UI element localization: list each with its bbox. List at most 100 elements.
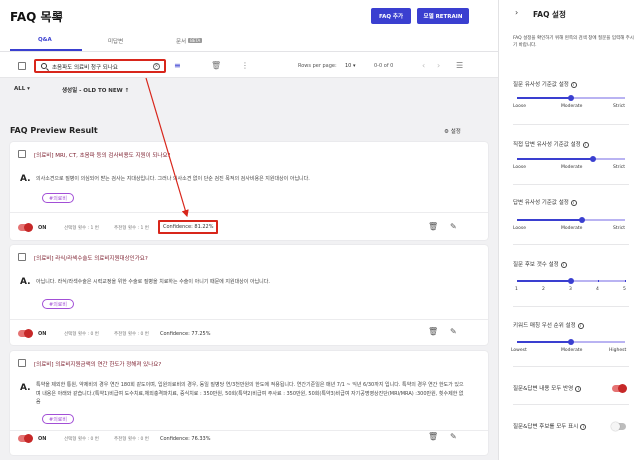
document-icon[interactable]	[56, 11, 62, 19]
collapse-panel-icon[interactable]: ›	[515, 8, 518, 17]
info-icon[interactable]: i	[575, 386, 582, 392]
info-icon[interactable]: i	[570, 200, 577, 206]
delete-faq-icon[interactable]: 🗑	[428, 327, 438, 336]
slider-tick-label: 4	[596, 287, 599, 292]
panel-description: FAQ 설정을 확인하기 위해 왼쪽의 검색 창에 질문을 입력해 주시기 바랍…	[513, 36, 634, 48]
info-icon[interactable]: i	[582, 142, 589, 148]
info-icon[interactable]: i	[580, 424, 587, 430]
tab-unanswered[interactable]: 미답변	[108, 37, 123, 45]
slider-tick-mark	[625, 280, 626, 282]
faq-tag[interactable]: #의료비	[42, 299, 74, 309]
setting-label: 질문 후보 갯수 설정	[513, 262, 559, 268]
setting-label: 키워드 매칭 우선 순위 설정	[513, 323, 576, 329]
answer-similarity-slider[interactable]	[517, 216, 625, 223]
card-checkbox[interactable]	[18, 253, 26, 261]
retrain-model-button[interactable]: 모델 RETRAIN	[417, 8, 469, 24]
faq-active-toggle[interactable]	[18, 434, 33, 443]
sort-bar: ALL ▾ 생성일 - OLD TO NEW ↑	[0, 79, 498, 99]
recommended-count: 추천형 횟수 : 0 번	[114, 332, 149, 337]
panel-divider	[513, 184, 629, 185]
card-checkbox[interactable]	[18, 359, 26, 367]
answer-mark: A.	[20, 383, 31, 393]
selected-count: 선택형 횟수 : 1 번	[64, 226, 99, 231]
slider-thumb[interactable]	[589, 155, 596, 162]
info-icon[interactable]: i	[570, 82, 577, 88]
faq-card: [의료비] MRI, CT, 초음파 등의 검사비용도 지원이 되나요? A. …	[10, 142, 488, 240]
recommended-count: 추천형 횟수 : 0 번	[114, 437, 149, 442]
toggle-label: ON	[38, 436, 47, 442]
rows-per-page-select[interactable]: 10 ▾	[345, 63, 355, 69]
delete-faq-icon[interactable]: 🗑	[428, 432, 438, 441]
delete-faq-icon[interactable]: 🗑	[428, 222, 438, 231]
search-icon	[41, 63, 47, 69]
faq-answer: 아닙니다. 라식/라섹수술은 시력교정을 위한 수술로 질병을 치료하는 수술이…	[36, 279, 270, 285]
slider-fill	[517, 280, 571, 282]
show-all-candidates-label: 질문&답변 후보를 모두 표시 i	[513, 422, 587, 430]
tab-qa[interactable]: Q&A	[38, 37, 52, 43]
search-input[interactable]: 초음파도 의료비 청구 되나요 ×	[34, 59, 166, 73]
confidence-score: Confidence: 76.33%	[160, 436, 211, 442]
confidence-score: Confidence: 81.22%	[158, 220, 219, 234]
faq-answer: 의사소견으로 질병이 의심되어 받는 검사는 지대상입니다. 그러나 의사소견 …	[36, 176, 310, 182]
prev-page-icon[interactable]: ‹	[422, 62, 425, 70]
filter-all-dropdown[interactable]: ALL ▾	[14, 86, 30, 92]
slider-tick-label: 3	[569, 287, 572, 292]
slider-mid-label: Moderate	[561, 165, 583, 170]
card-divider	[10, 212, 488, 213]
edit-faq-icon[interactable]: ✎	[450, 327, 457, 336]
select-all-checkbox[interactable]	[18, 62, 26, 70]
slider-thumb[interactable]	[568, 94, 574, 101]
confidence-score: Confidence: 77.25%	[160, 331, 211, 337]
rows-per-page-label: Rows per page:	[298, 63, 337, 69]
filter-icon[interactable]: ≡	[174, 62, 181, 70]
setting-label: 질문&답변 내용 모두 반영	[513, 386, 574, 392]
faq-question[interactable]: [의료비] 라식/라섹수술도 의료비지원대상인가요?	[34, 254, 148, 262]
edit-faq-icon[interactable]: ✎	[450, 222, 457, 231]
reflect-all-toggle[interactable]	[612, 384, 627, 393]
faq-question[interactable]: [의료비] MRI, CT, 초음파 등의 검사비용도 지원이 되나요?	[34, 151, 170, 159]
card-checkbox[interactable]	[18, 150, 26, 158]
keyword-priority-slider[interactable]	[517, 338, 625, 345]
page-title: FAQ 목록	[10, 10, 63, 24]
next-page-icon[interactable]: ›	[437, 62, 440, 70]
tune-settings-icon[interactable]: ☰	[456, 62, 463, 70]
slider-mid-label: Moderate	[561, 104, 583, 109]
faq-tag[interactable]: #의료비	[42, 414, 74, 424]
beta-badge: BETA	[188, 38, 203, 43]
answer-similarity-label: 답변 유사성 기준값 설정 i	[513, 198, 577, 206]
faq-question[interactable]: [의료비] 의료비지원금액의 연간 한도가 정해져 있나요?	[34, 360, 161, 368]
info-icon[interactable]: i	[577, 323, 584, 329]
more-options-icon[interactable]: ⋮	[241, 62, 249, 70]
sort-order-dropdown[interactable]: 생성일 - OLD TO NEW ↑	[62, 86, 129, 94]
slider-thumb[interactable]	[568, 338, 574, 345]
setting-label: 답변 유사성 기준값 설정	[513, 200, 569, 206]
search-value: 초음파도 의료비 청구 되나요	[52, 65, 118, 71]
slider-max-label: Strict	[613, 226, 625, 231]
candidate-count-slider[interactable]	[517, 277, 626, 284]
slider-thumb[interactable]	[578, 216, 585, 223]
faq-active-toggle[interactable]	[18, 329, 33, 338]
slider-thumb[interactable]	[568, 277, 574, 284]
setting-label: 질문&답변 후보를 모두 표시	[513, 424, 579, 430]
delete-icon[interactable]: 🗑	[211, 62, 221, 70]
direct-answer-similarity-label: 직접 답변 유사성 기준값 설정 i	[513, 140, 589, 148]
main-area: FAQ 목록 FAQ 추가 모델 RETRAIN Q&A 미답변 문서 BETA …	[0, 0, 498, 460]
clear-search-icon[interactable]: ×	[153, 63, 160, 70]
card-divider	[10, 430, 488, 431]
answer-mark: A.	[20, 277, 31, 287]
slider-fill	[517, 97, 571, 99]
direct-answer-similarity-slider[interactable]	[517, 155, 625, 162]
tab-document[interactable]: 문서 BETA	[176, 37, 203, 45]
question-similarity-label: 질문 유사성 기준값 설정 i	[513, 80, 577, 88]
reflect-all-label: 질문&답변 내용 모두 반영 i	[513, 384, 582, 392]
question-similarity-slider[interactable]	[517, 94, 625, 101]
toggle-label: ON	[38, 225, 47, 231]
slider-min-label: Lowest	[511, 348, 527, 353]
faq-tag[interactable]: #의료비	[42, 193, 74, 203]
info-icon[interactable]: i	[560, 262, 567, 268]
preview-settings-button[interactable]: ⚙ 설정	[444, 127, 461, 135]
edit-faq-icon[interactable]: ✎	[450, 432, 457, 441]
show-all-candidates-toggle[interactable]	[611, 422, 626, 431]
add-faq-button[interactable]: FAQ 추가	[371, 8, 411, 24]
faq-active-toggle[interactable]	[18, 223, 33, 232]
